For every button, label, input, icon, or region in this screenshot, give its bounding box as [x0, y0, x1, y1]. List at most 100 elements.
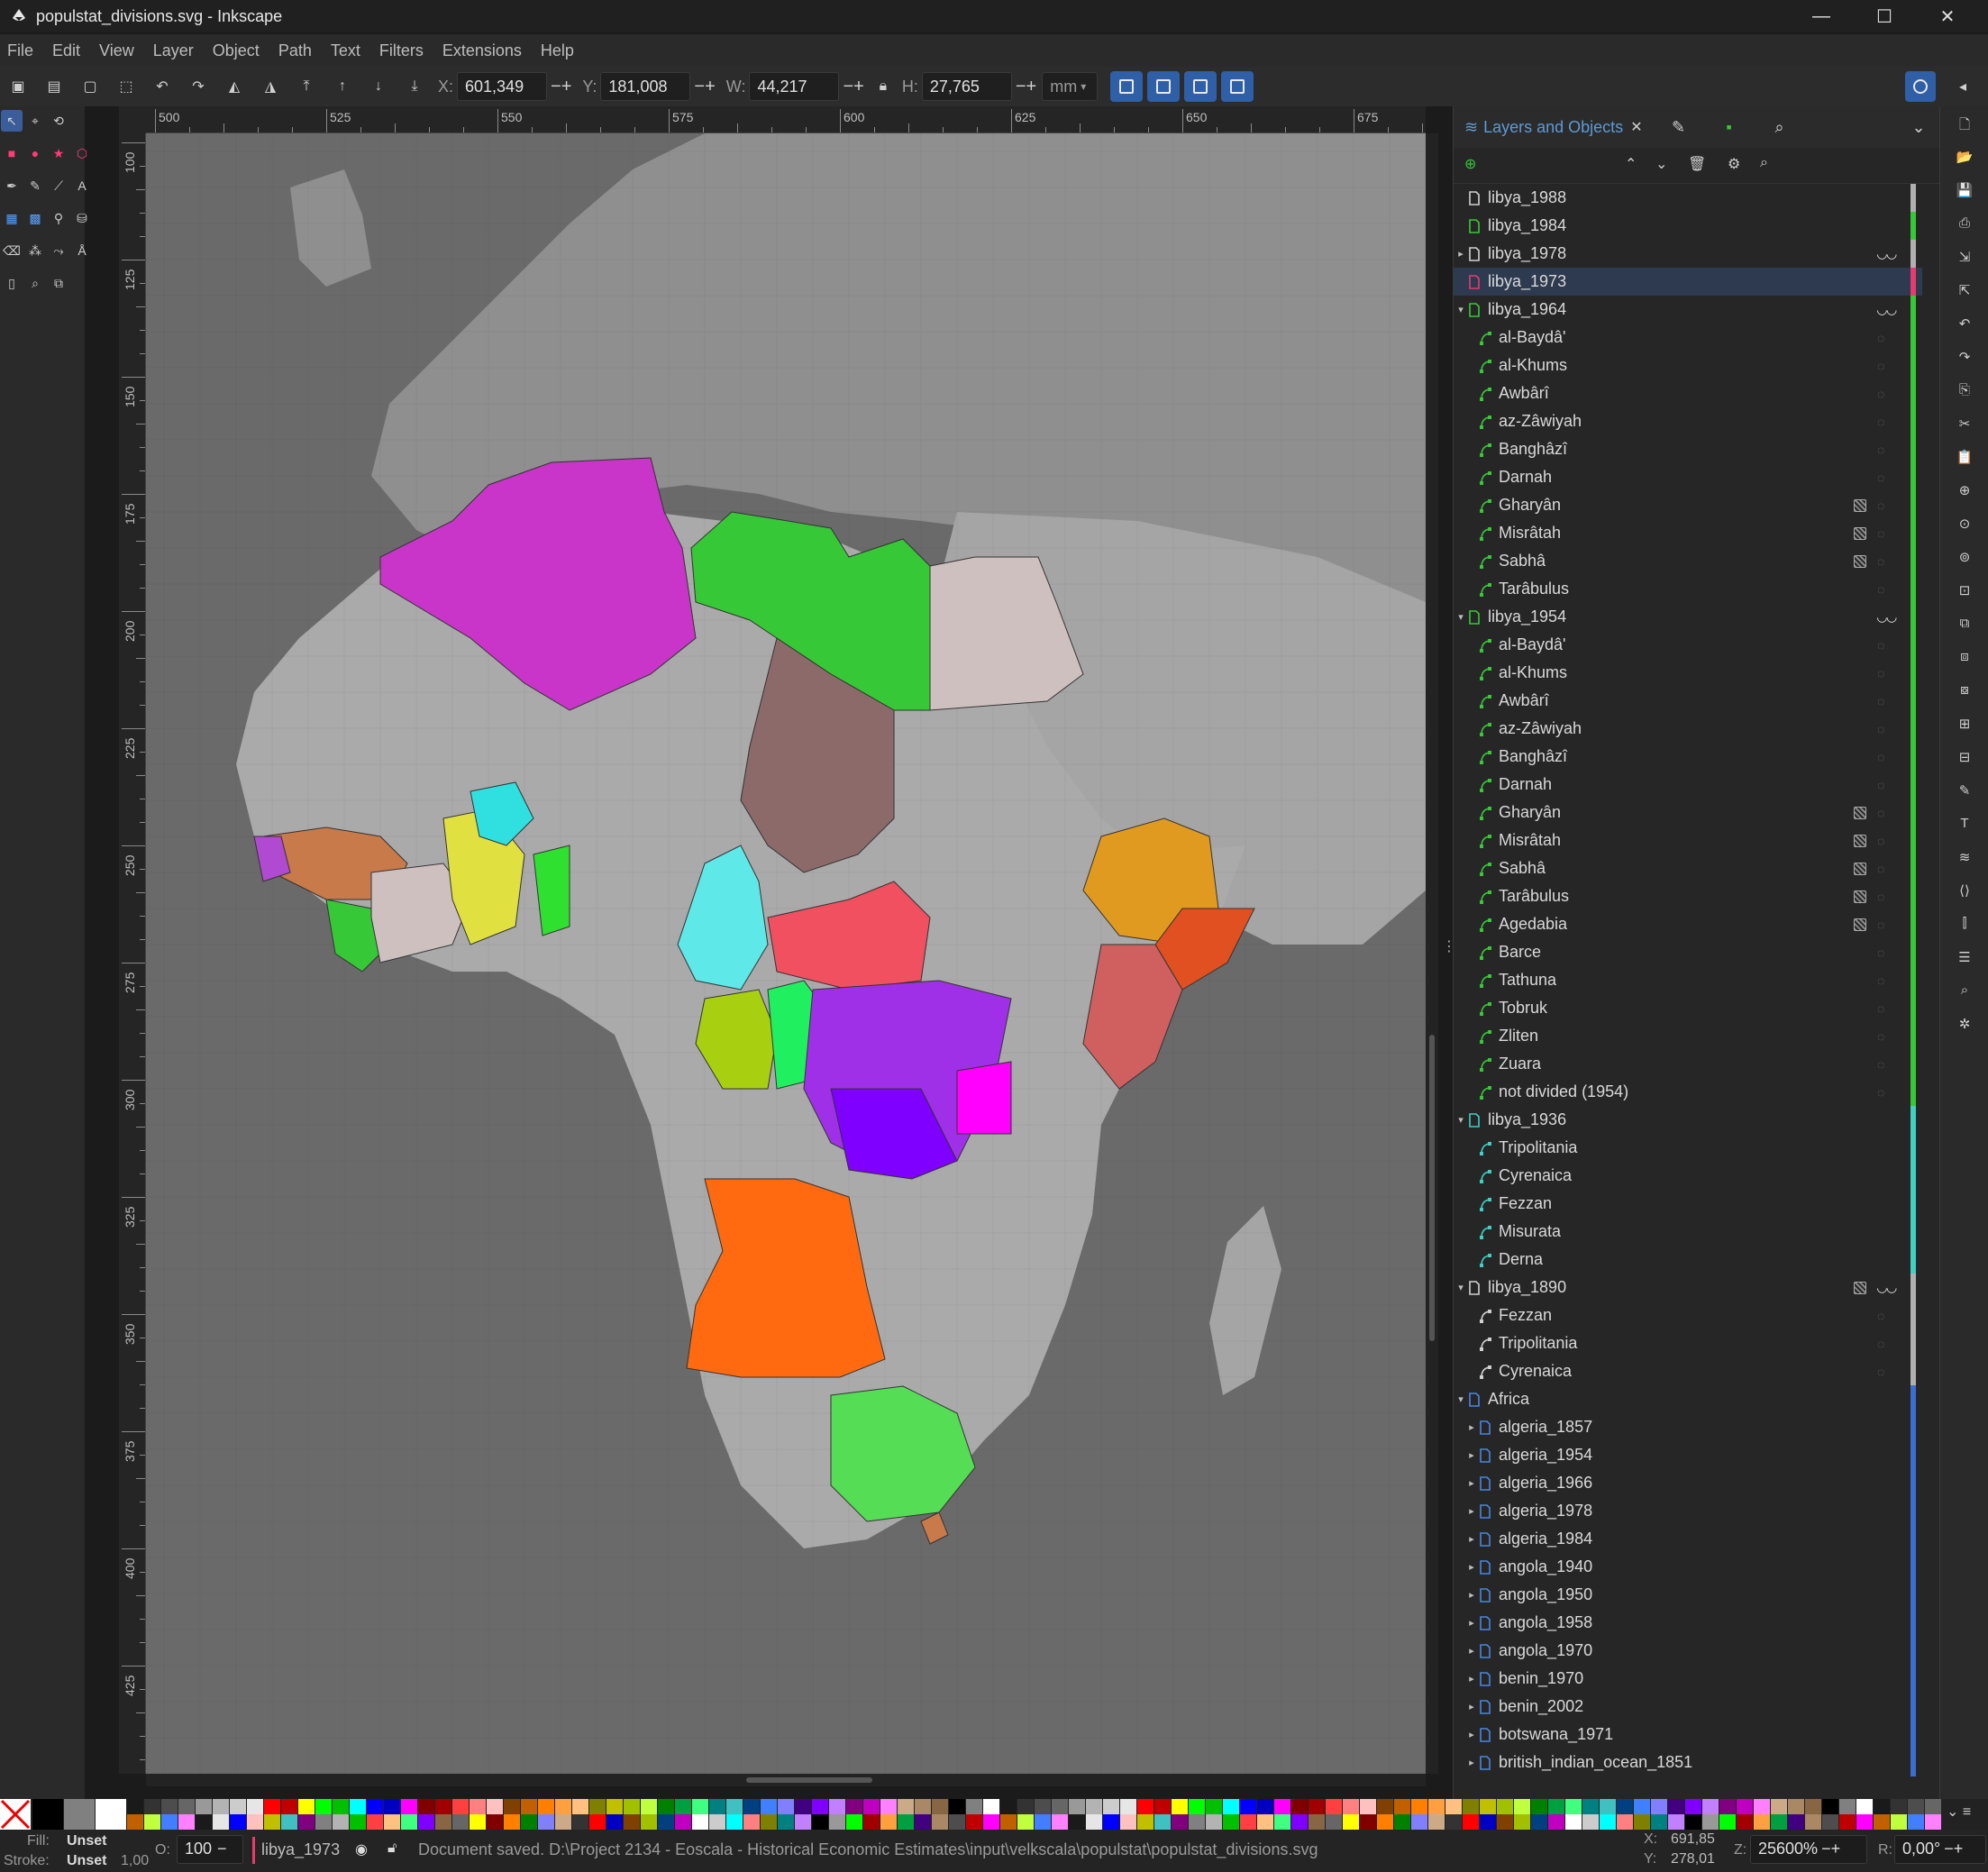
palette-swatch[interactable]	[538, 1814, 554, 1830]
palette-swatch[interactable]	[487, 1814, 503, 1830]
palette-swatch[interactable]	[144, 1814, 160, 1830]
palette-swatch[interactable]	[32, 1799, 63, 1830]
collapse-arrow-icon[interactable]: ▾	[1455, 611, 1466, 623]
palette-swatch[interactable]	[675, 1799, 691, 1814]
palette-swatch[interactable]	[213, 1814, 229, 1830]
palette-swatch[interactable]	[966, 1799, 982, 1814]
x-input[interactable]: 601,349	[457, 72, 548, 101]
palette-swatch[interactable]	[1103, 1814, 1119, 1830]
palette-swatch[interactable]	[1309, 1799, 1325, 1814]
hidden-eye-icon[interactable]: ◌	[1877, 1001, 1884, 1016]
open-file-icon[interactable]: 📂	[1956, 149, 1974, 167]
circle-tool-icon[interactable]: ●	[24, 142, 46, 164]
object-row[interactable]: Sabhâ ◌	[1454, 547, 1922, 575]
palette-swatch[interactable]	[1514, 1814, 1530, 1830]
hidden-eye-icon[interactable]: ◌	[1877, 694, 1884, 708]
palette-swatch[interactable]	[1445, 1814, 1462, 1830]
palette-swatch[interactable]	[949, 1799, 965, 1814]
delete-layer-icon[interactable]: 🗑︎	[1688, 155, 1706, 173]
unit-select[interactable]: mm ▾	[1042, 72, 1099, 101]
palette-swatch[interactable]	[161, 1814, 178, 1830]
palette-swatch[interactable]	[350, 1814, 366, 1830]
palette-swatch[interactable]	[1651, 1799, 1667, 1814]
object-row[interactable]: Zliten ◌	[1454, 1022, 1922, 1050]
palette-swatch[interactable]	[247, 1799, 263, 1814]
new-document-icon[interactable]: 🗋	[1956, 115, 1974, 133]
palette-swatch[interactable]	[1600, 1799, 1616, 1814]
width-stepper[interactable]: −+	[843, 77, 863, 97]
object-row[interactable]: Misrâtah ◌	[1454, 826, 1922, 854]
layer-row[interactable]: ▾ libya_1964 ◡◡	[1454, 296, 1922, 324]
symbols-icon[interactable]: ☰	[1956, 949, 1974, 967]
palette-swatch[interactable]	[1463, 1814, 1479, 1830]
y-stepper[interactable]: −+	[694, 77, 715, 97]
palette-swatch[interactable]	[435, 1799, 451, 1814]
palette-swatch[interactable]	[1702, 1814, 1719, 1830]
expand-arrow-icon[interactable]: ▸	[1455, 248, 1466, 260]
selector-tool-icon[interactable]: ↖	[1, 110, 23, 132]
expand-arrow-icon[interactable]: ▸	[1466, 1505, 1477, 1517]
palette-swatch[interactable]	[1719, 1799, 1736, 1814]
palette-swatch[interactable]	[1240, 1799, 1256, 1814]
palette-swatch[interactable]	[880, 1814, 897, 1830]
calligraphy-tool-icon[interactable]: ⟋	[48, 175, 69, 196]
lower-icon[interactable]: ↓	[360, 68, 397, 105]
palette-swatch[interactable]	[1822, 1799, 1838, 1814]
layer-row[interactable]: ▸ algeria_1978	[1454, 1497, 1922, 1525]
object-row[interactable]: Tarâbulus ◌	[1454, 882, 1922, 910]
pages-tool-icon[interactable]: ▯	[1, 272, 23, 294]
palette-swatch[interactable]	[384, 1799, 400, 1814]
palette-swatch[interactable]	[1086, 1799, 1102, 1814]
layer-row[interactable]: ▾ libya_1954 ◡◡	[1454, 603, 1922, 631]
object-row[interactable]: Tarâbulus ◌	[1454, 575, 1922, 603]
palette-swatch[interactable]	[521, 1799, 537, 1814]
palette-swatch[interactable]	[470, 1799, 486, 1814]
object-row[interactable]: az-Zâwiyah ◌	[1454, 407, 1922, 435]
3d-box-tool-icon[interactable]: ⬡	[71, 142, 93, 164]
connector-tool-icon[interactable]: ⤳	[48, 240, 69, 261]
gradient-tool-icon[interactable]: ▦	[1, 207, 23, 229]
palette-swatch[interactable]	[1925, 1814, 1941, 1830]
horizontal-scroll-thumb[interactable]	[746, 1777, 872, 1783]
palette-swatch[interactable]	[1240, 1814, 1256, 1830]
hidden-eye-icon[interactable]: ◌	[1877, 470, 1884, 485]
palette-swatch[interactable]	[1069, 1814, 1085, 1830]
layer-row[interactable]: ▸ algeria_1857	[1454, 1413, 1922, 1441]
palette-swatch[interactable]	[281, 1814, 297, 1830]
palette-swatch[interactable]	[367, 1814, 383, 1830]
palette-swatch[interactable]	[1617, 1814, 1633, 1830]
zoom-fit-icon[interactable]: ⊡	[1956, 582, 1974, 600]
palette-swatch[interactable]	[452, 1799, 469, 1814]
hidden-eye-icon[interactable]: ◌	[1877, 526, 1884, 541]
palette-swatch[interactable]	[641, 1799, 657, 1814]
duplicate-icon[interactable]: ⧉	[1956, 616, 1974, 634]
move-gradients-toggle[interactable]	[1184, 71, 1217, 102]
expand-arrow-icon[interactable]: ▸	[1466, 1589, 1477, 1601]
rotate-cw-icon[interactable]: ↷	[180, 68, 216, 105]
palette-swatch[interactable]	[1274, 1799, 1290, 1814]
pencil-tool-icon[interactable]: ✎	[24, 175, 46, 196]
palette-swatch[interactable]	[281, 1799, 297, 1814]
redo-icon[interactable]: ↷	[1956, 349, 1974, 367]
hidden-eye-icon[interactable]: ◌	[1877, 778, 1884, 792]
hidden-eye-icon[interactable]: ◌	[1877, 973, 1884, 988]
palette-swatch[interactable]	[1788, 1799, 1804, 1814]
palette-swatch[interactable]	[1052, 1814, 1068, 1830]
layer-row[interactable]: ▸ benin_2002	[1454, 1693, 1922, 1721]
palette-swatch[interactable]	[555, 1814, 571, 1830]
layer-row[interactable]: ▸ angola_1958	[1454, 1609, 1922, 1637]
palette-swatch[interactable]	[795, 1814, 811, 1830]
opacity-input[interactable]: 100−	[177, 1835, 243, 1864]
raise-icon[interactable]: ↑	[324, 68, 360, 105]
palette-swatch[interactable]	[1206, 1814, 1222, 1830]
align-icon[interactable]: ⫿	[1956, 916, 1974, 934]
menu-help[interactable]: Help	[541, 41, 574, 60]
width-input[interactable]: 44,217	[749, 72, 840, 101]
hidden-eye-icon[interactable]: ◌	[1877, 750, 1884, 764]
stroke-width-value[interactable]: 1,00	[121, 1853, 149, 1869]
layers-icon[interactable]: ≋	[1956, 849, 1974, 867]
lower-layer-icon[interactable]: ⌄	[1655, 155, 1667, 173]
eraser-tool-icon[interactable]: ⌫	[1, 240, 23, 261]
palette-swatch[interactable]	[1925, 1799, 1941, 1814]
collapse-arrow-icon[interactable]: ▾	[1455, 1114, 1466, 1126]
